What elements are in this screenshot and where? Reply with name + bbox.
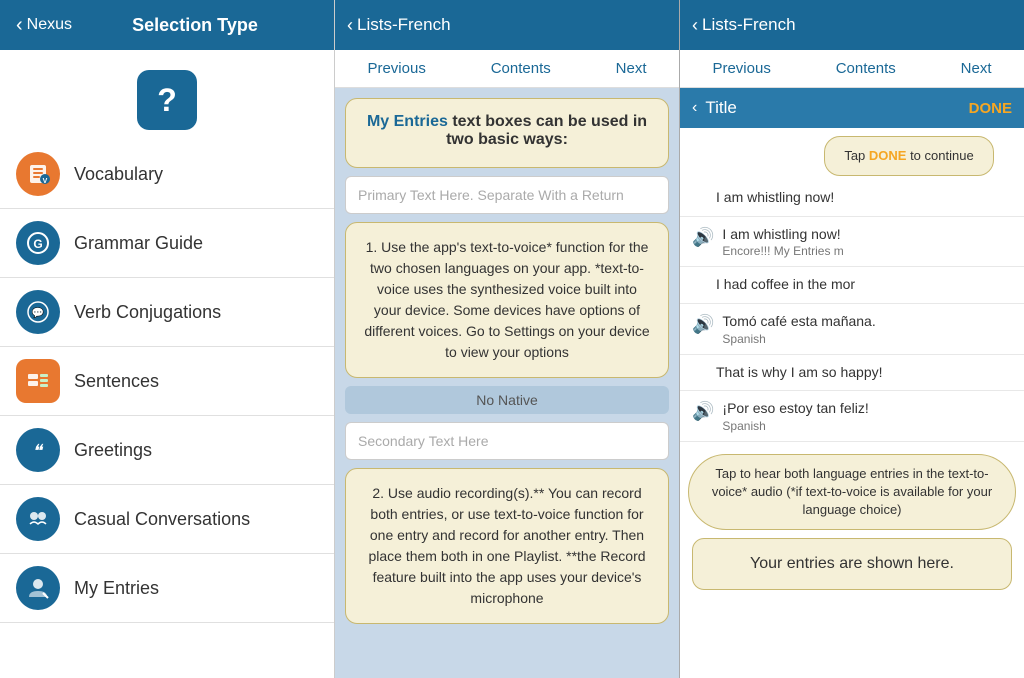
right-header: ‹ Lists-French bbox=[680, 0, 1024, 50]
nav-item-myentries[interactable]: My Entries bbox=[0, 554, 334, 623]
back-arrow-icon: ‹ bbox=[16, 14, 23, 37]
entry-text-2: I am whistling now! bbox=[722, 225, 843, 245]
middle-back-icon: ‹ bbox=[347, 15, 353, 36]
done-tooltip: Tap DONE to continue bbox=[824, 136, 994, 176]
entry-text-6: ¡Por eso estoy tan feliz! bbox=[722, 399, 868, 419]
entry-row-4[interactable]: 🔊 Tomó café esta mañana. Spanish bbox=[680, 304, 1024, 355]
middle-contents-btn[interactable]: Contents bbox=[481, 56, 561, 81]
right-header-title: Lists-French bbox=[702, 15, 796, 35]
greetings-label: Greetings bbox=[74, 440, 152, 461]
bottom-box: Your entries are shown here. bbox=[692, 538, 1012, 590]
grammar-label: Grammar Guide bbox=[74, 233, 203, 254]
greetings-icon: ❝ bbox=[16, 428, 60, 472]
svg-text:G: G bbox=[33, 237, 42, 251]
entry-sub-2: Encore!!! My Entries m bbox=[722, 244, 843, 258]
info-title-suffix: text boxes can be used in two basic ways… bbox=[446, 113, 647, 148]
question-icon[interactable]: ? bbox=[137, 70, 197, 130]
nav-item-grammar[interactable]: G Grammar Guide bbox=[0, 209, 334, 278]
instruction-box-1: 1. Use the app's text-to-voice* function… bbox=[345, 222, 669, 378]
title-bar-title: Title bbox=[705, 98, 968, 118]
title-bar-back-icon: ‹ bbox=[692, 99, 697, 117]
vocabulary-icon: V bbox=[16, 152, 60, 196]
right-nav-bar: Previous Contents Next bbox=[680, 50, 1024, 88]
instruction-text-1: 1. Use the app's text-to-voice* function… bbox=[362, 237, 652, 363]
info-box-title: My Entries text boxes can be used in two… bbox=[362, 113, 652, 149]
nav-item-sentences[interactable]: Sentences bbox=[0, 347, 334, 416]
left-header: ‹ Nexus Selection Type bbox=[0, 0, 334, 50]
middle-previous-btn[interactable]: Previous bbox=[357, 56, 435, 81]
svg-text:V: V bbox=[43, 178, 48, 185]
sentences-label: Sentences bbox=[74, 371, 159, 392]
instruction-box-2: 2. Use audio recording(s).** You can rec… bbox=[345, 468, 669, 624]
title-bar: ‹ Title DONE bbox=[680, 88, 1024, 128]
no-native-label: No Native bbox=[345, 386, 669, 414]
casual-label: Casual Conversations bbox=[74, 509, 250, 530]
question-icon-container: ? bbox=[0, 50, 334, 140]
nav-item-casual[interactable]: Casual Conversations bbox=[0, 485, 334, 554]
entry-row-2[interactable]: 🔊 I am whistling now! Encore!!! My Entri… bbox=[680, 217, 1024, 268]
entry-sub-4: Spanish bbox=[722, 332, 875, 346]
right-next-btn[interactable]: Next bbox=[951, 56, 1002, 81]
entry-text-4: Tomó café esta mañana. bbox=[722, 312, 875, 332]
verb-label: Verb Conjugations bbox=[74, 302, 221, 323]
entry-row-3: I had coffee in the mor bbox=[680, 267, 1024, 304]
primary-text-input[interactable]: Primary Text Here. Separate With a Retur… bbox=[345, 176, 669, 214]
casual-icon bbox=[16, 497, 60, 541]
nav-item-vocabulary[interactable]: V Vocabulary bbox=[0, 140, 334, 209]
nav-item-verb[interactable]: 💬 Verb Conjugations bbox=[0, 278, 334, 347]
right-back-icon: ‹ bbox=[692, 15, 698, 36]
nav-list: V Vocabulary G Grammar Guide 💬 Verb Con bbox=[0, 140, 334, 678]
tap-tooltip-text: Tap to hear both language entries in the… bbox=[712, 466, 992, 517]
svg-text:💬: 💬 bbox=[32, 306, 45, 319]
speaker-icon-1[interactable]: 🔊 bbox=[692, 227, 714, 248]
my-entries-highlight: My Entries bbox=[367, 113, 448, 130]
nexus-back-label[interactable]: Nexus bbox=[27, 16, 72, 34]
speaker-icon-2[interactable]: 🔊 bbox=[692, 314, 714, 335]
secondary-text-input[interactable]: Secondary Text Here bbox=[345, 422, 669, 460]
instruction-text-2: 2. Use audio recording(s).** You can rec… bbox=[362, 483, 652, 609]
right-panel: ‹ Lists-French Previous Contents Next ‹ … bbox=[680, 0, 1024, 678]
sentences-icon bbox=[16, 359, 60, 403]
tap-tooltip: Tap to hear both language entries in the… bbox=[688, 454, 1016, 531]
myentries-label: My Entries bbox=[74, 578, 159, 599]
left-panel: ‹ Nexus Selection Type ? V Vocabulary bbox=[0, 0, 335, 678]
nav-item-greetings[interactable]: ❝ Greetings bbox=[0, 416, 334, 485]
entry-text-3: I had coffee in the mor bbox=[716, 275, 855, 295]
done-button[interactable]: DONE bbox=[969, 100, 1012, 117]
grammar-icon: G bbox=[16, 221, 60, 265]
middle-panel: ‹ Lists-French Previous Contents Next My… bbox=[335, 0, 680, 678]
entry-row-6[interactable]: 🔊 ¡Por eso estoy tan feliz! Spanish bbox=[680, 391, 1024, 442]
myentries-icon bbox=[16, 566, 60, 610]
info-box-top: My Entries text boxes can be used in two… bbox=[345, 98, 669, 168]
right-previous-btn[interactable]: Previous bbox=[702, 56, 780, 81]
entry-row-5: That is why I am so happy! bbox=[680, 355, 1024, 392]
middle-content: My Entries text boxes can be used in two… bbox=[335, 88, 679, 678]
entry-sub-6: Spanish bbox=[722, 419, 868, 433]
entry-text-1: I am whistling now! bbox=[716, 188, 834, 208]
entry-text-5: That is why I am so happy! bbox=[716, 363, 883, 383]
middle-nav-bar: Previous Contents Next bbox=[335, 50, 679, 88]
done-highlight: DONE bbox=[869, 148, 907, 163]
left-panel-title: Selection Type bbox=[72, 15, 318, 36]
middle-header-title: Lists-French bbox=[357, 15, 451, 35]
right-content: Tap DONE to continue I am whistling now!… bbox=[680, 128, 1024, 678]
vocabulary-label: Vocabulary bbox=[74, 164, 163, 185]
verb-icon: 💬 bbox=[16, 290, 60, 334]
svg-text:❝: ❝ bbox=[32, 441, 44, 461]
middle-header: ‹ Lists-French bbox=[335, 0, 679, 50]
entry-row-1: I am whistling now! bbox=[680, 180, 1024, 217]
middle-next-btn[interactable]: Next bbox=[606, 56, 657, 81]
right-contents-btn[interactable]: Contents bbox=[826, 56, 906, 81]
speaker-icon-3[interactable]: 🔊 bbox=[692, 401, 714, 422]
bottom-box-text: Your entries are shown here. bbox=[750, 555, 954, 572]
